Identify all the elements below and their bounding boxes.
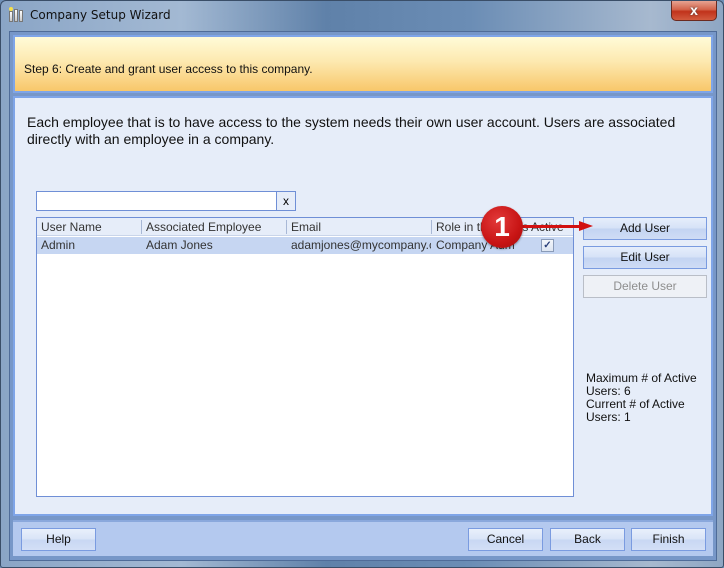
finish-button[interactable]: Finish <box>631 528 706 551</box>
annotation-step-badge: 1 <box>481 206 523 248</box>
cell-email: adamjones@mycompany.c... <box>291 238 431 252</box>
clear-icon: x <box>283 194 289 208</box>
wizard-client-area: Step 6: Create and grant user access to … <box>9 31 717 561</box>
is-active-checkbox[interactable]: ✓ <box>541 239 554 252</box>
edit-user-button[interactable]: Edit User <box>583 246 707 269</box>
back-button[interactable]: Back <box>550 528 625 551</box>
close-icon: x <box>690 2 698 18</box>
cell-associated-employee: Adam Jones <box>146 238 213 252</box>
step-header: Step 6: Create and grant user access to … <box>13 35 713 93</box>
add-user-button[interactable]: Add User <box>583 217 707 240</box>
current-active-users-label: Current # of Active Users: 1 <box>586 397 685 424</box>
step-title: Step 6: Create and grant user access to … <box>24 62 313 76</box>
max-active-users-label: Maximum # of Active Users: 6 <box>586 371 697 398</box>
cancel-button[interactable]: Cancel <box>468 528 543 551</box>
clear-search-button[interactable]: x <box>277 191 296 211</box>
delete-user-button[interactable]: Delete User <box>583 275 707 298</box>
company-setup-wizard-window: Company Setup Wizard x Step 6: Create an… <box>0 0 724 568</box>
wizard-footer: Help Cancel Back Finish <box>13 520 713 556</box>
annotation-arrow <box>521 225 583 228</box>
column-header-user-name[interactable]: User Name <box>37 218 141 236</box>
help-button[interactable]: Help <box>21 528 96 551</box>
cell-user-name: Admin <box>41 238 76 252</box>
app-icon <box>9 7 25 22</box>
active-users-stats: Maximum # of Active Users: 6 Current # o… <box>586 372 706 424</box>
annotation-arrowhead-icon <box>579 221 593 231</box>
title-bar[interactable]: Company Setup Wizard x <box>1 1 723 31</box>
window-title: Company Setup Wizard <box>30 8 171 22</box>
checkmark-icon: ✓ <box>543 240 552 251</box>
step-content: Each employee that is to have access to … <box>13 96 713 516</box>
close-button[interactable]: x <box>671 1 717 21</box>
column-header-associated-employee[interactable]: Associated Employee <box>142 218 286 236</box>
intro-text: Each employee that is to have access to … <box>27 114 676 147</box>
search-input[interactable] <box>36 191 277 211</box>
column-header-email[interactable]: Email <box>287 218 431 236</box>
users-grid[interactable]: User Name Associated Employee Email Role… <box>36 217 574 497</box>
